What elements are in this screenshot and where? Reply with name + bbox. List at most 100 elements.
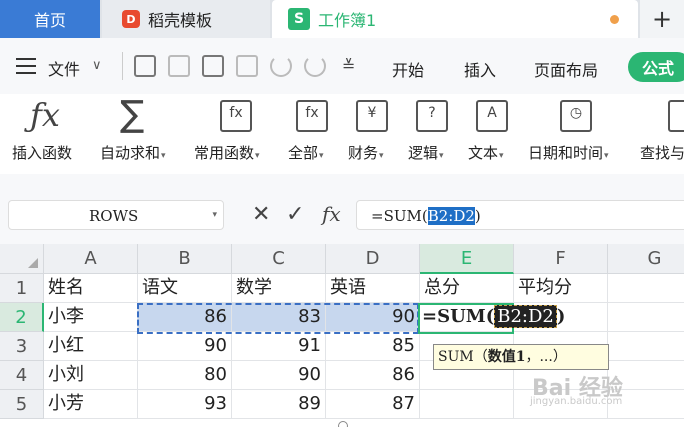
financial-button[interactable]: ¥ 财务▾ [344,94,402,174]
cell-c2[interactable]: 83 [232,303,326,332]
cell-a5[interactable]: 小芳 [44,390,138,419]
auto-sum-label: 自动求和 [100,144,161,162]
in-cell-formula[interactable]: =SUM(B2:D2) [422,305,565,328]
select-all-corner[interactable] [0,244,44,274]
cell-b1[interactable]: 语文 [138,274,232,303]
text-a-icon: A [476,100,508,132]
all-functions-button[interactable]: fx 全部▾ [284,94,342,174]
in-cell-range-ref: B2:D2 [494,305,557,328]
cell-d3[interactable]: 85 [326,332,420,361]
tab-home[interactable]: 首页 [0,0,100,38]
formula-text: =SUM(B2:D2) [371,207,481,225]
save-icon[interactable] [134,55,156,77]
cell-d2[interactable]: 90 [326,303,420,332]
name-box[interactable]: ROWS ▾ [8,200,224,230]
column-header-g[interactable]: G [608,244,684,274]
chevron-down-icon[interactable]: ▾ [212,210,217,220]
cell-d5[interactable]: 87 [326,390,420,419]
insert-function-icon[interactable]: fx [322,202,341,226]
spreadsheet-logo-icon: S [288,8,310,30]
column-header-b[interactable]: B [138,244,232,274]
date-time-button[interactable]: ◷ 日期和时间▾ [526,94,630,174]
cell-c3[interactable]: 91 [232,332,326,361]
column-header-e[interactable]: E [420,244,514,274]
cell-a1[interactable]: 姓名 [44,274,138,303]
cell-c4[interactable]: 90 [232,361,326,390]
menu-row: 文件 ∨ ≚ 开始 插入 页面布局 公式 [0,38,684,94]
cell-g1[interactable] [608,274,684,303]
cancel-icon[interactable]: ✕ [252,202,270,227]
lookup-label: 查找与 [640,144,684,162]
name-box-value: ROWS [89,207,139,225]
cell-c5[interactable]: 89 [232,390,326,419]
logical-button[interactable]: ? 逻辑▾ [404,94,462,174]
new-tab-button[interactable]: + [640,0,684,38]
common-functions-button[interactable]: fx 常用函数▾ [192,94,278,174]
sigma-icon: ∑ [120,94,145,135]
cell-g3[interactable] [608,332,684,361]
cell-f1[interactable]: 平均分 [514,274,608,303]
dropdown-arrow-icon: ▾ [439,151,444,161]
text-functions-label: 文本 [468,144,499,162]
common-functions-label: 常用函数 [194,144,255,162]
confirm-icon[interactable]: ✓ [286,202,304,227]
dropdown-arrow-icon: ▾ [604,151,609,161]
column-header-f[interactable]: F [514,244,608,274]
function-tooltip: SUM（数值1，...） [433,344,609,370]
cell-e1[interactable]: 总分 [420,274,514,303]
dropdown-arrow-icon: ▾ [161,151,166,161]
file-menu[interactable]: 文件 [48,56,80,80]
lookup-button[interactable]: 查找与 [636,94,684,174]
chevron-down-icon[interactable]: ∨ [92,58,102,73]
cell-a4[interactable]: 小刘 [44,361,138,390]
column-header-a[interactable]: A [44,244,138,274]
row-header-4[interactable]: 4 [0,361,44,390]
ribbon: ƒx 插入函数 ∑ 自动求和▾ fx 常用函数▾ fx 全部▾ ¥ 财务▾ ? … [0,94,684,174]
tab-bar: 首页 D 稻壳模板 S 工作簿1 + [0,0,684,38]
cell-a3[interactable]: 小红 [44,332,138,361]
customize-toolbar-icon[interactable]: ≚ [342,56,355,75]
print-preview-icon[interactable] [236,55,258,77]
cell-b3[interactable]: 90 [138,332,232,361]
formula-input[interactable]: =SUM(B2:D2) [356,200,684,230]
row-header-5[interactable]: 5 [0,390,44,419]
cell-d4[interactable]: 86 [326,361,420,390]
menu-insert[interactable]: 插入 [464,57,496,81]
watermark-url: jingyan.baidu.com [530,396,623,407]
logical-label: 逻辑 [408,144,439,162]
cell-c1[interactable]: 数学 [232,274,326,303]
undo-icon[interactable] [270,55,292,77]
row-header-1[interactable]: 1 [0,274,44,303]
fx-box-icon: fx [296,100,328,132]
menu-formulas[interactable]: 公式 [628,52,684,82]
cell-b4[interactable]: 80 [138,361,232,390]
print-icon[interactable] [202,55,224,77]
scroll-handle-icon[interactable] [338,421,348,427]
insert-function-button[interactable]: ƒx 插入函数 [0,94,90,174]
cell-b2[interactable]: 86 [138,303,232,332]
format-painter-icon[interactable] [168,55,190,77]
menu-page-layout[interactable]: 页面布局 [534,57,598,81]
cell-d1[interactable]: 英语 [326,274,420,303]
auto-sum-button[interactable]: ∑ 自动求和▾ [96,94,186,174]
cell-e5[interactable] [420,390,514,419]
menu-start[interactable]: 开始 [392,57,424,81]
tab-workbook[interactable]: S 工作簿1 [272,0,638,38]
cell-g2[interactable] [608,303,684,332]
dropdown-arrow-icon: ▾ [379,151,384,161]
spreadsheet-grid: A B C D E F G 1 姓名 语文 数学 英语 总分 平均分 2 小李 … [0,244,684,427]
tab-templates[interactable]: D 稻壳模板 [102,0,270,38]
text-functions-button[interactable]: A 文本▾ [464,94,522,174]
column-header-c[interactable]: C [232,244,326,274]
dropdown-arrow-icon: ▾ [255,151,260,161]
column-header-d[interactable]: D [326,244,420,274]
financial-label: 财务 [348,144,379,162]
dropdown-arrow-icon: ▾ [499,151,504,161]
cell-a2[interactable]: 小李 [44,303,138,332]
row-header-3[interactable]: 3 [0,332,44,361]
redo-icon[interactable] [304,55,326,77]
tab-workbook-label: 工作簿1 [318,11,377,30]
row-header-2[interactable]: 2 [0,303,44,332]
cell-b5[interactable]: 93 [138,390,232,419]
hamburger-menu-icon[interactable] [16,58,36,74]
